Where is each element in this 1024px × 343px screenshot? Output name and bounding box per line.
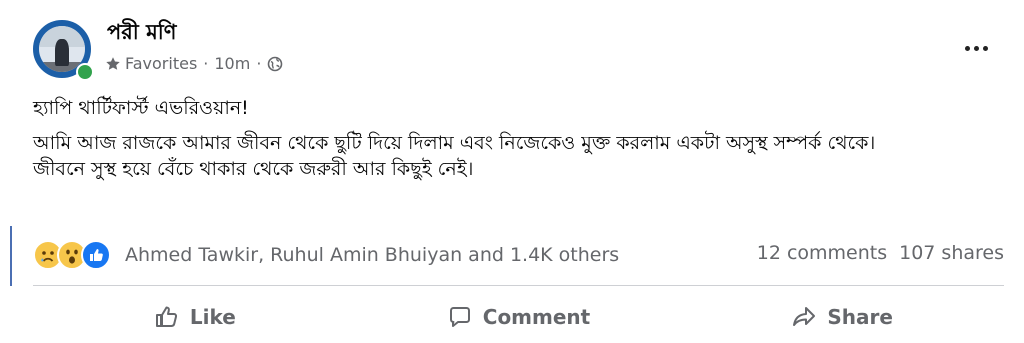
share-arrow-icon (791, 304, 817, 330)
share-label: Share (827, 305, 893, 329)
post-body: হ্যাপি থার্টিফার্স্ট এভরিওয়ান! আমি আজ র… (33, 95, 1003, 182)
thumbs-up-icon (154, 304, 180, 330)
comment-bubble-icon (447, 304, 473, 330)
more-options-button[interactable] (958, 36, 994, 60)
engagement-counts: 12 comments 107 shares (757, 242, 1004, 264)
facebook-post: পরী মণি Favorites · 10m · হ্যাপি থার্টিফ… (0, 0, 1024, 343)
author-name[interactable]: পরী মণি (107, 16, 177, 51)
divider (33, 285, 1004, 286)
star-icon (105, 56, 121, 72)
globe-icon[interactable] (267, 56, 283, 72)
separator-dot: · (203, 54, 209, 73)
audience-label[interactable]: Favorites (125, 54, 197, 73)
post-text-line: হ্যাপি থার্টিফার্স্ট এভরিওয়ান! (33, 97, 249, 119)
action-bar: Like Comment Share (33, 295, 1004, 339)
dot-icon (973, 45, 979, 51)
post-text-line: আমি আজ রাজকে আমার জীবন থেকে ছুটি দিয়ে দ… (33, 132, 876, 154)
shares-count[interactable]: 107 shares (899, 242, 1004, 264)
post-text-line: জীবনে সুস্থ হয়ে বেঁচে থাকার থেকে জরুরী … (33, 158, 474, 180)
comment-label: Comment (482, 305, 591, 329)
like-button[interactable]: Like (33, 295, 357, 339)
comments-count[interactable]: 12 comments (757, 242, 887, 264)
reactions-summary[interactable]: Ahmed Tawkir, Ruhul Amin Bhuiyan and 1.4… (33, 240, 619, 270)
comment-button[interactable]: Comment (357, 295, 681, 339)
left-accent-bar (10, 226, 12, 286)
dot-icon (964, 45, 970, 51)
online-status-dot (76, 63, 94, 81)
share-button[interactable]: Share (680, 295, 1004, 339)
reaction-names[interactable]: Ahmed Tawkir, Ruhul Amin Bhuiyan and 1.4… (125, 244, 619, 266)
separator-dot: · (256, 54, 262, 73)
dot-icon (982, 45, 988, 51)
post-time[interactable]: 10m (214, 54, 250, 73)
like-label: Like (189, 305, 236, 329)
like-icon (81, 240, 111, 270)
post-meta: Favorites · 10m · (105, 54, 283, 73)
